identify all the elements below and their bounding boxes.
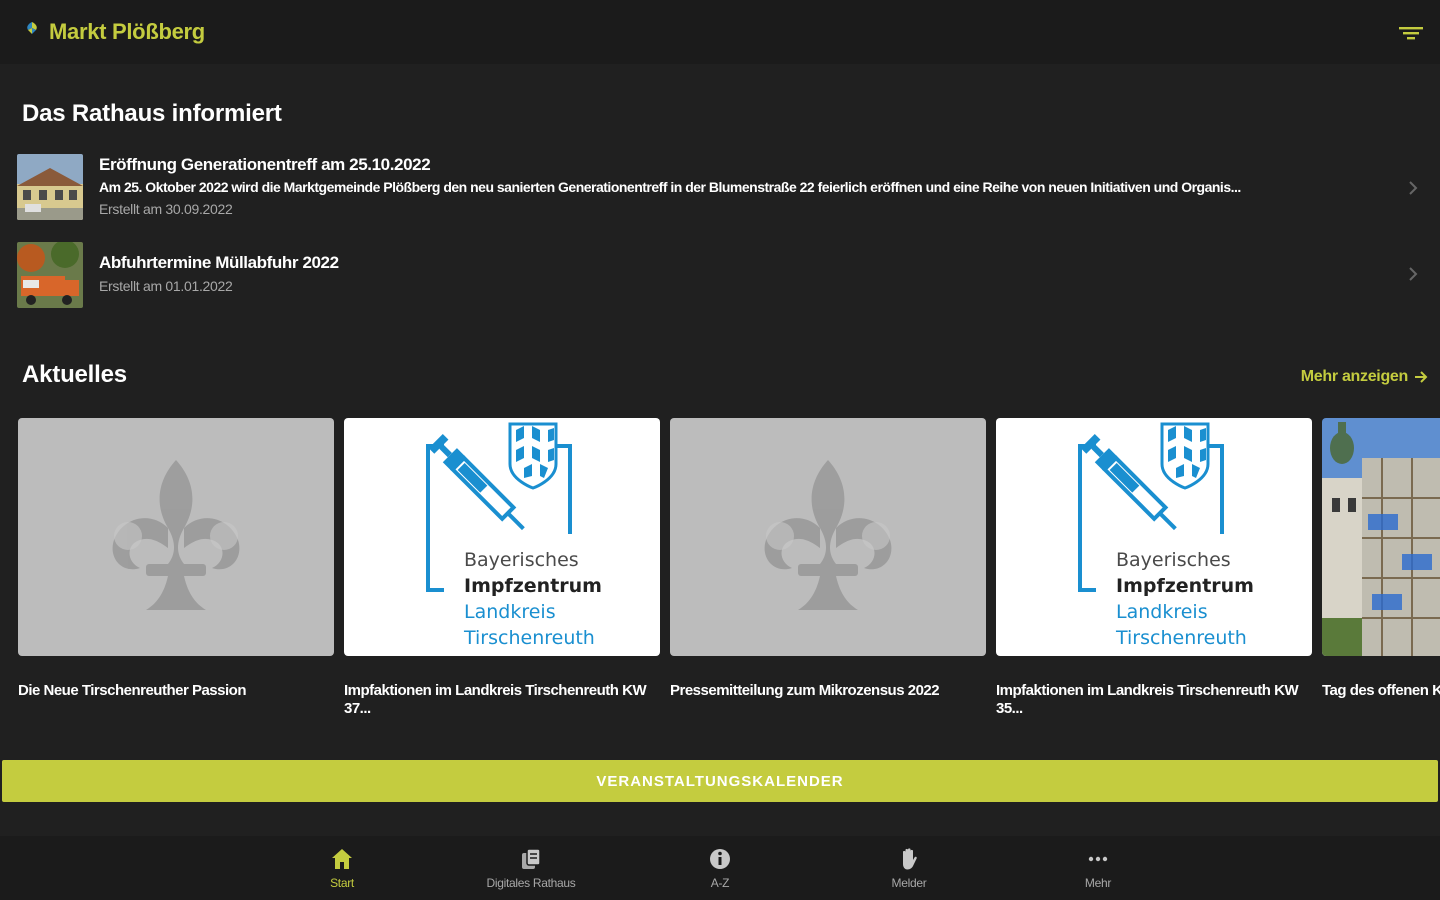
card-image <box>670 418 986 656</box>
logo-line-3: Landkreis <box>1116 601 1208 623</box>
section-title-aktuelles: Aktuelles <box>22 361 127 388</box>
placeholder-fleur-icon <box>112 460 240 610</box>
section-title-rathaus: Das Rathaus informiert <box>22 100 282 127</box>
logo-line-2: Impfzentrum <box>1116 575 1254 597</box>
news-item[interactable]: Eröffnung Generationentreff am 25.10.202… <box>0 148 1440 232</box>
card-title: Impfaktionen im Landkreis Tirschenreuth … <box>344 682 647 717</box>
bottom-nav: Start Digitales Rathaus A-Z Melder Mehr <box>0 836 1440 900</box>
logo-line-1: Bayerisches <box>464 549 579 571</box>
arrow-right-icon <box>1415 371 1428 383</box>
hand-icon <box>903 848 917 870</box>
news-title: Abfuhrtermine Müllabfuhr 2022 <box>99 253 339 272</box>
news-date: Erstellt am 30.09.2022 <box>99 201 233 217</box>
nav-item-start[interactable]: Start <box>272 846 412 890</box>
card-image <box>18 418 334 656</box>
nav-label: Digitales Rathaus <box>486 876 576 890</box>
logo-line-2: Impfzentrum <box>464 575 602 597</box>
card-image <box>1322 418 1440 656</box>
card-title: Pressemitteilung zum Mikrozensus 2022 <box>670 682 940 699</box>
news-card[interactable]: Bayerisches Impfzentrum Landkreis Tirsch… <box>996 418 1312 718</box>
app-title: Markt Plößberg <box>49 19 205 44</box>
logo-icon <box>27 22 37 34</box>
more-link[interactable]: Mehr anzeigen <box>1301 368 1428 386</box>
calendar-button[interactable]: VERANSTALTUNGSKALENDER <box>2 760 1438 802</box>
news-thumbnail <box>17 242 83 308</box>
news-card[interactable]: Die Neue Tirschenreuther Passion <box>18 418 334 700</box>
app-header: Markt Plößberg <box>0 0 1440 64</box>
home-icon <box>332 849 352 869</box>
news-thumbnail <box>17 154 83 220</box>
info-icon <box>710 849 730 869</box>
logo-line-4: Tirschenreuth <box>1115 627 1247 649</box>
documents-icon <box>522 848 541 869</box>
impfzentrum-logo: Bayerisches Impfzentrum Landkreis Tirsch… <box>1078 422 1254 649</box>
card-image: Bayerisches Impfzentrum Landkreis Tirsch… <box>996 418 1312 656</box>
news-card[interactable]: Bayerisches Impfzentrum Landkreis Tirsch… <box>344 418 660 718</box>
logo-line-3: Landkreis <box>464 601 556 623</box>
card-image: Bayerisches Impfzentrum Landkreis Tirsch… <box>344 418 660 656</box>
nav-label: Mehr <box>1084 876 1112 890</box>
card-title: Tag des offenen Koopera... <box>1322 682 1440 699</box>
card-title: Impfaktionen im Landkreis Tirschenreuth … <box>996 682 1299 717</box>
nav-label: Melder <box>891 876 927 890</box>
placeholder-fleur-icon <box>764 460 892 610</box>
nav-item-a-z[interactable]: A-Z <box>650 846 790 890</box>
chevron-right-icon <box>1409 267 1418 281</box>
news-description: Am 25. Oktober 2022 wird die Marktgemein… <box>99 179 1241 195</box>
news-item[interactable]: Abfuhrtermine Müllabfuhr 2022 Erstellt a… <box>0 236 1440 320</box>
nav-label: A-Z <box>710 876 730 890</box>
more-link-label: Mehr anzeigen <box>1300 368 1409 385</box>
chevron-right-icon <box>1409 181 1418 195</box>
nav-item-melder[interactable]: Melder <box>839 846 979 890</box>
church-photo <box>1322 418 1440 656</box>
news-card[interactable]: Pressemitteilung zum Mikrozensus 2022 <box>670 418 986 700</box>
news-title: Eröffnung Generationentreff am 25.10.202… <box>99 155 431 174</box>
nav-item-mehr[interactable]: Mehr <box>1028 846 1168 890</box>
filter-icon[interactable] <box>1398 22 1424 44</box>
impfzentrum-logo: Bayerisches Impfzentrum Landkreis Tirsch… <box>426 422 602 649</box>
news-date: Erstellt am 01.01.2022 <box>99 278 233 294</box>
logo-line-1: Bayerisches <box>1116 549 1231 571</box>
news-card[interactable]: Tag des offenen Koopera... <box>1322 418 1440 700</box>
card-title: Die Neue Tirschenreuther Passion <box>18 682 246 699</box>
nav-label: Start <box>330 876 354 890</box>
nav-item-digitales-rathaus[interactable]: Digitales Rathaus <box>461 846 601 890</box>
more-icon <box>1088 856 1108 862</box>
logo-line-4: Tirschenreuth <box>463 627 595 649</box>
